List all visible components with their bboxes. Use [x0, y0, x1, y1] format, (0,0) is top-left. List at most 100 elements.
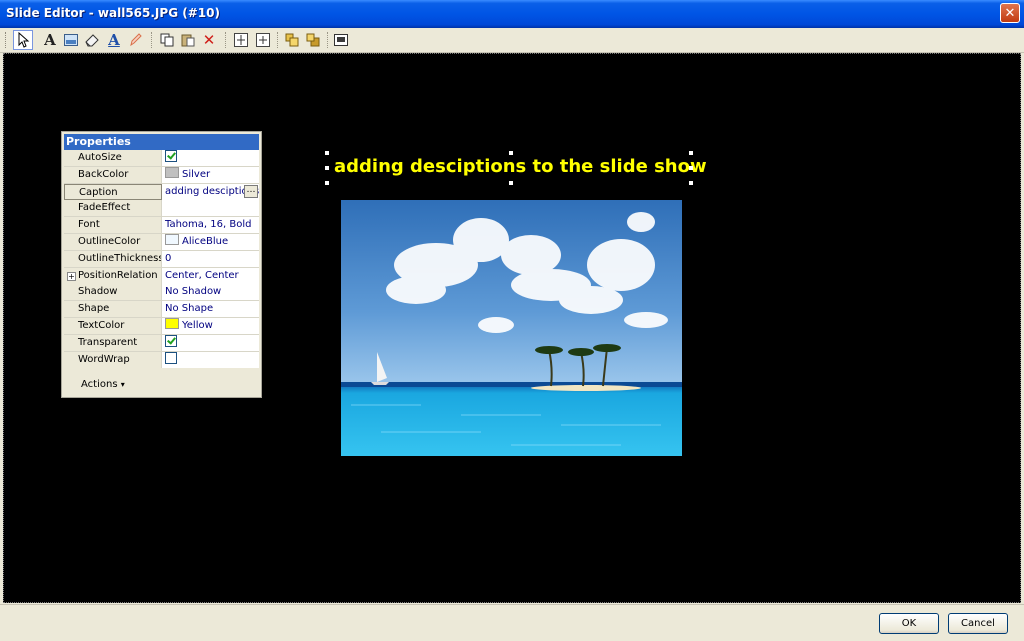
copy-button[interactable]: [157, 30, 177, 50]
toolbar-separator: [225, 32, 227, 48]
pointer-icon: [18, 32, 30, 48]
paste-button[interactable]: [178, 30, 198, 50]
send-to-back-icon: [306, 33, 320, 47]
slide-editor-window: Slide Editor - wall565.JPG (#10) ✕ A A ✕…: [0, 0, 1024, 641]
send-to-back-button[interactable]: [303, 30, 323, 50]
property-name: Shadow: [64, 284, 162, 301]
caption-value-field[interactable]: adding desciptions…: [162, 183, 259, 200]
resize-handle[interactable]: [689, 181, 693, 185]
resize-handle[interactable]: [509, 151, 513, 155]
slide-image[interactable]: [341, 200, 682, 456]
property-value[interactable]: No Shape: [162, 301, 259, 318]
title-bar[interactable]: Slide Editor - wall565.JPG (#10) ✕: [0, 0, 1024, 28]
property-name: WordWrap: [64, 351, 162, 368]
expand-icon[interactable]: +: [67, 271, 76, 281]
cancel-button[interactable]: Cancel: [948, 613, 1008, 634]
property-name: AutoSize: [64, 150, 162, 166]
property-row-wordwrap[interactable]: WordWrap: [64, 351, 259, 369]
property-value[interactable]: Silver: [162, 166, 259, 183]
property-name: Caption: [64, 183, 162, 200]
property-name: Transparent: [64, 334, 162, 351]
toolbar-grip[interactable]: [5, 32, 9, 48]
property-value[interactable]: 0: [162, 250, 259, 267]
property-value-text: AliceBlue: [182, 235, 229, 247]
property-row-shadow[interactable]: Shadow No Shadow: [64, 284, 259, 302]
transparent-checkbox[interactable]: [165, 334, 177, 347]
eraser-icon: [85, 34, 99, 47]
font-color-button[interactable]: A: [104, 30, 124, 50]
property-value-text: Yellow: [182, 319, 213, 331]
property-row-caption[interactable]: Caption adding desciptions…: [64, 183, 259, 201]
property-value[interactable]: [162, 150, 259, 166]
resize-handle[interactable]: [689, 151, 693, 155]
close-button[interactable]: ✕: [1000, 3, 1020, 23]
fit-to-slide-button[interactable]: [331, 30, 351, 50]
property-value[interactable]: No Shadow: [162, 284, 259, 301]
pointer-tool-button[interactable]: [13, 30, 33, 50]
resize-handle[interactable]: [325, 181, 329, 185]
resize-handle[interactable]: [689, 166, 693, 170]
pencil-tool-button[interactable]: [125, 30, 145, 50]
property-value-text: Silver: [182, 168, 211, 180]
property-name: + PositionRelation: [64, 267, 162, 284]
property-row-textcolor[interactable]: TextColor Yellow: [64, 317, 259, 335]
property-row-backcolor[interactable]: BackColor Silver: [64, 166, 259, 184]
chevron-down-icon: ▾: [120, 380, 125, 389]
resize-handle[interactable]: [325, 151, 329, 155]
property-name: Font: [64, 217, 162, 234]
fit-to-slide-icon: [334, 34, 348, 46]
property-value[interactable]: [162, 200, 259, 217]
resize-handle[interactable]: [509, 181, 513, 185]
wordwrap-checkbox[interactable]: [165, 351, 177, 364]
property-name: Shape: [64, 301, 162, 318]
property-row-outlinethickness[interactable]: OutlineThickness 0: [64, 250, 259, 268]
eraser-tool-button[interactable]: [82, 30, 102, 50]
dialog-footer: OK Cancel: [0, 604, 1024, 641]
property-row-outlinecolor[interactable]: OutlineColor AliceBlue: [64, 233, 259, 251]
center-horizontal-button[interactable]: [231, 30, 251, 50]
window-title: Slide Editor - wall565.JPG (#10): [6, 6, 220, 20]
property-name: FadeEffect: [64, 200, 162, 217]
property-value[interactable]: [162, 351, 259, 368]
property-value[interactable]: [162, 334, 259, 351]
property-row-autosize[interactable]: AutoSize: [64, 150, 259, 167]
center-vertical-button[interactable]: [253, 30, 273, 50]
toolbar-separator: [327, 32, 329, 48]
delete-button[interactable]: ✕: [199, 30, 219, 50]
image-tool-button[interactable]: [61, 30, 81, 50]
font-color-icon: A: [108, 31, 120, 49]
property-value[interactable]: Tahoma, 16, Bold: [162, 217, 259, 234]
property-row-font[interactable]: Font Tahoma, 16, Bold: [64, 217, 259, 234]
caption-text: adding desciptions to the slide show: [334, 156, 707, 177]
resize-handle[interactable]: [325, 166, 329, 170]
toolbar-separator: [151, 32, 153, 48]
property-name: BackColor: [64, 166, 162, 183]
color-swatch: [165, 317, 179, 329]
actions-label: Actions: [81, 379, 118, 390]
property-name: TextColor: [64, 317, 162, 334]
property-name-text: PositionRelation: [78, 269, 158, 281]
property-row-positionrelation[interactable]: + PositionRelation Center, Center: [64, 267, 259, 285]
caption-element[interactable]: adding desciptions to the slide show: [325, 151, 707, 185]
property-name: OutlineColor: [64, 233, 162, 250]
ok-button[interactable]: OK: [879, 613, 939, 634]
copy-icon: [160, 33, 174, 47]
color-swatch: [165, 233, 179, 245]
actions-dropdown[interactable]: Actions ▾: [81, 379, 125, 390]
property-row-shape[interactable]: Shape No Shape: [64, 301, 259, 318]
center-vertical-icon: [256, 33, 270, 47]
text-tool-button[interactable]: A: [40, 30, 60, 50]
text-tool-icon: A: [44, 31, 56, 49]
properties-panel: Properties AutoSize BackColor Silver Cap…: [61, 131, 262, 398]
toolbar: A A ✕: [0, 28, 1024, 53]
autosize-checkbox[interactable]: [165, 150, 177, 162]
ellipsis-button[interactable]: …: [244, 184, 258, 198]
property-value[interactable]: AliceBlue: [162, 233, 259, 250]
property-row-fadeeffect[interactable]: FadeEffect: [64, 200, 259, 218]
paste-icon: [181, 34, 195, 47]
property-row-transparent[interactable]: Transparent: [64, 334, 259, 352]
bring-to-front-icon: [285, 33, 299, 47]
bring-to-front-button[interactable]: [282, 30, 302, 50]
property-value[interactable]: Yellow: [162, 317, 259, 334]
property-value[interactable]: Center, Center: [162, 267, 259, 284]
